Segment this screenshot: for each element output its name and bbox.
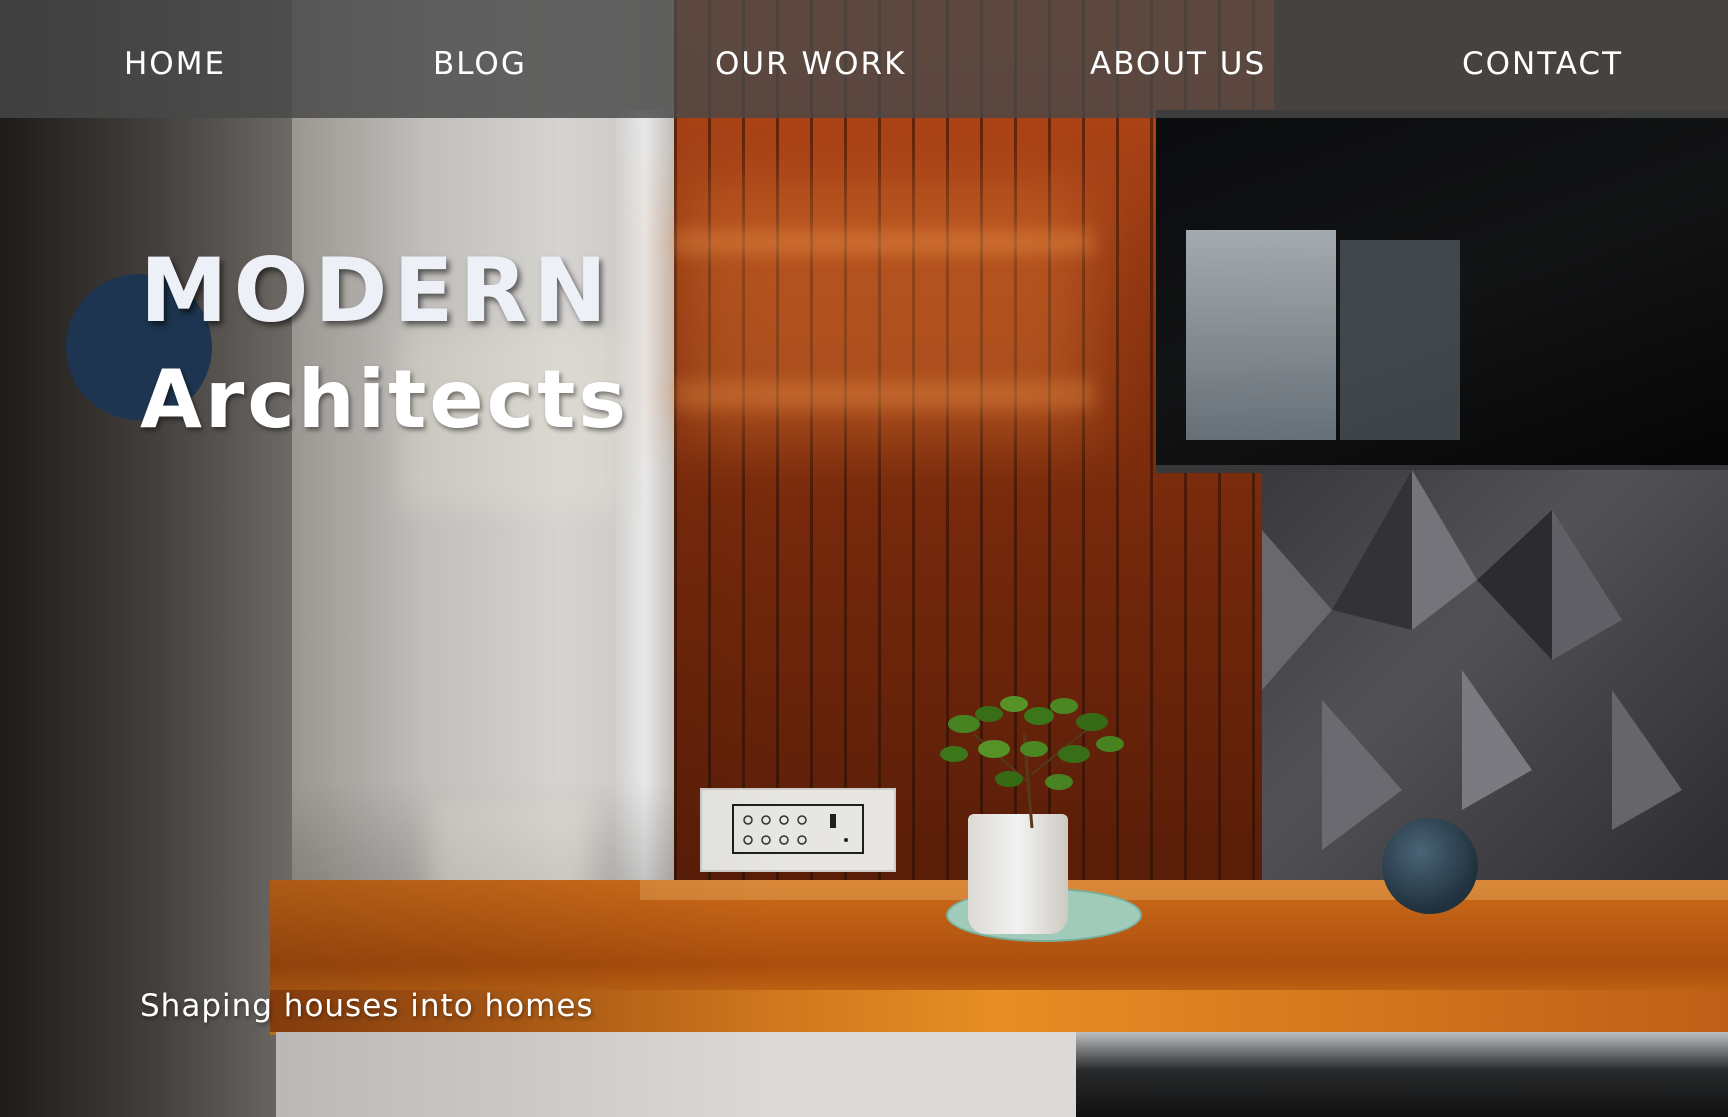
nav-link-about-us[interactable]: ABOUT US <box>1090 44 1266 84</box>
hero-tagline: Shaping houses into homes <box>140 988 594 1024</box>
hero-title: MODERN <box>140 239 613 342</box>
hero-background-photo <box>0 0 1728 1117</box>
photo-dim-overlay <box>0 0 1728 1117</box>
top-navigation-bar: HOME BLOG OUR WORK ABOUT US CONTACT <box>0 0 1728 118</box>
nav-link-blog[interactable]: BLOG <box>433 44 527 84</box>
nav-link-contact[interactable]: CONTACT <box>1462 44 1623 84</box>
nav-link-our-work[interactable]: OUR WORK <box>715 44 906 84</box>
nav-link-home[interactable]: HOME <box>124 44 226 84</box>
hero-subtitle: Architects <box>140 353 629 446</box>
